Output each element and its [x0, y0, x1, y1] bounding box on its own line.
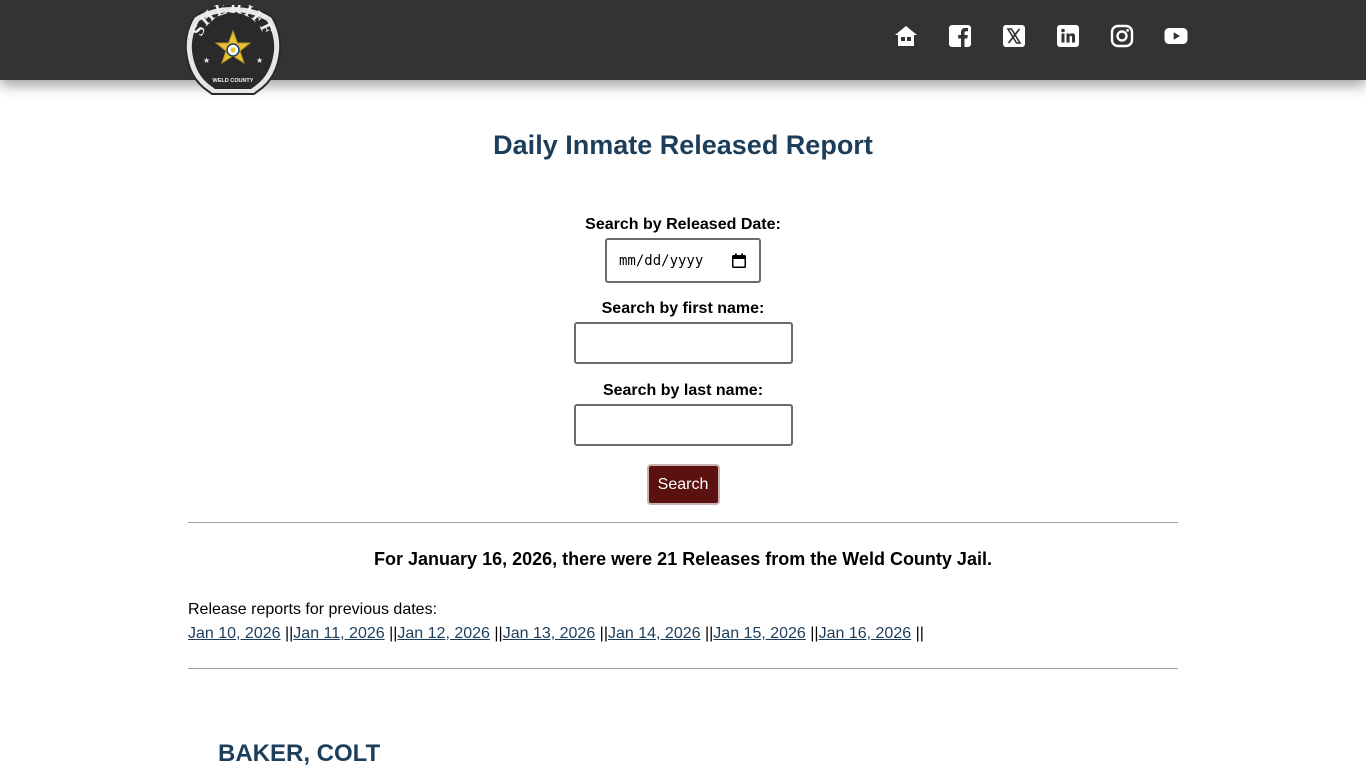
social-links	[894, 24, 1188, 48]
date-separator: ||	[384, 625, 398, 642]
previous-date-link[interactable]: Jan 14, 2026	[608, 625, 701, 642]
first-name-input[interactable]	[573, 322, 793, 364]
previous-date-link[interactable]: Jan 13, 2026	[503, 625, 596, 642]
date-label: Search by Released Date:	[585, 216, 781, 233]
date-placeholder: mm/dd/yyyy	[619, 252, 704, 269]
page-title: Daily Inmate Released Report	[493, 130, 873, 160]
sheriff-badge-logo[interactable]: SHERIFF ★ ★ WELD COUNTY	[184, 0, 282, 95]
released-date-input[interactable]: mm/dd/yyyy	[605, 238, 761, 283]
svg-text:WELD COUNTY: WELD COUNTY	[213, 78, 254, 84]
previous-date-link[interactable]: Jan 15, 2026	[713, 625, 806, 642]
release-summary: For January 16, 2026, there were 21 Rele…	[374, 549, 992, 569]
svg-text:★: ★	[203, 56, 210, 65]
date-separator: ||	[595, 625, 608, 642]
date-separator: ||	[700, 625, 714, 642]
date-separator: ||	[280, 625, 294, 642]
previous-dates-list: Jan 10, 2026 ||Jan 11, 2026 ||Jan 12, 20…	[188, 622, 924, 646]
previous-date-link[interactable]: Jan 11, 2026	[293, 625, 384, 642]
search-form: Search by Released Date: mm/dd/yyyy Sear…	[188, 216, 1178, 505]
previous-reports-label: Release reports for previous dates:	[188, 601, 438, 618]
calendar-icon[interactable]	[731, 253, 747, 269]
date-separator: ||	[911, 625, 924, 642]
previous-date-link[interactable]: Jan 10, 2026	[188, 625, 281, 642]
last-name-input[interactable]	[573, 404, 793, 446]
home-icon[interactable]	[894, 24, 918, 48]
date-separator: ||	[489, 625, 503, 642]
first-name-label: Search by first name:	[601, 300, 765, 317]
facebook-icon[interactable]	[948, 24, 972, 48]
previous-date-link[interactable]: Jan 16, 2026	[819, 625, 912, 642]
youtube-icon[interactable]	[1164, 24, 1188, 48]
search-button[interactable]: Search	[646, 464, 720, 505]
linkedin-icon[interactable]	[1056, 24, 1080, 48]
instagram-icon[interactable]	[1110, 24, 1134, 48]
inmate-name: BAKER, COLT	[218, 740, 381, 767]
last-name-label: Search by last name:	[602, 382, 764, 399]
previous-date-link[interactable]: Jan 12, 2026	[397, 625, 490, 642]
divider	[188, 522, 1178, 523]
previous-reports: Release reports for previous dates: Jan …	[188, 598, 924, 646]
divider	[188, 668, 1178, 669]
x-icon[interactable]	[1002, 24, 1026, 48]
date-separator: ||	[805, 625, 819, 642]
svg-text:★: ★	[256, 56, 263, 65]
